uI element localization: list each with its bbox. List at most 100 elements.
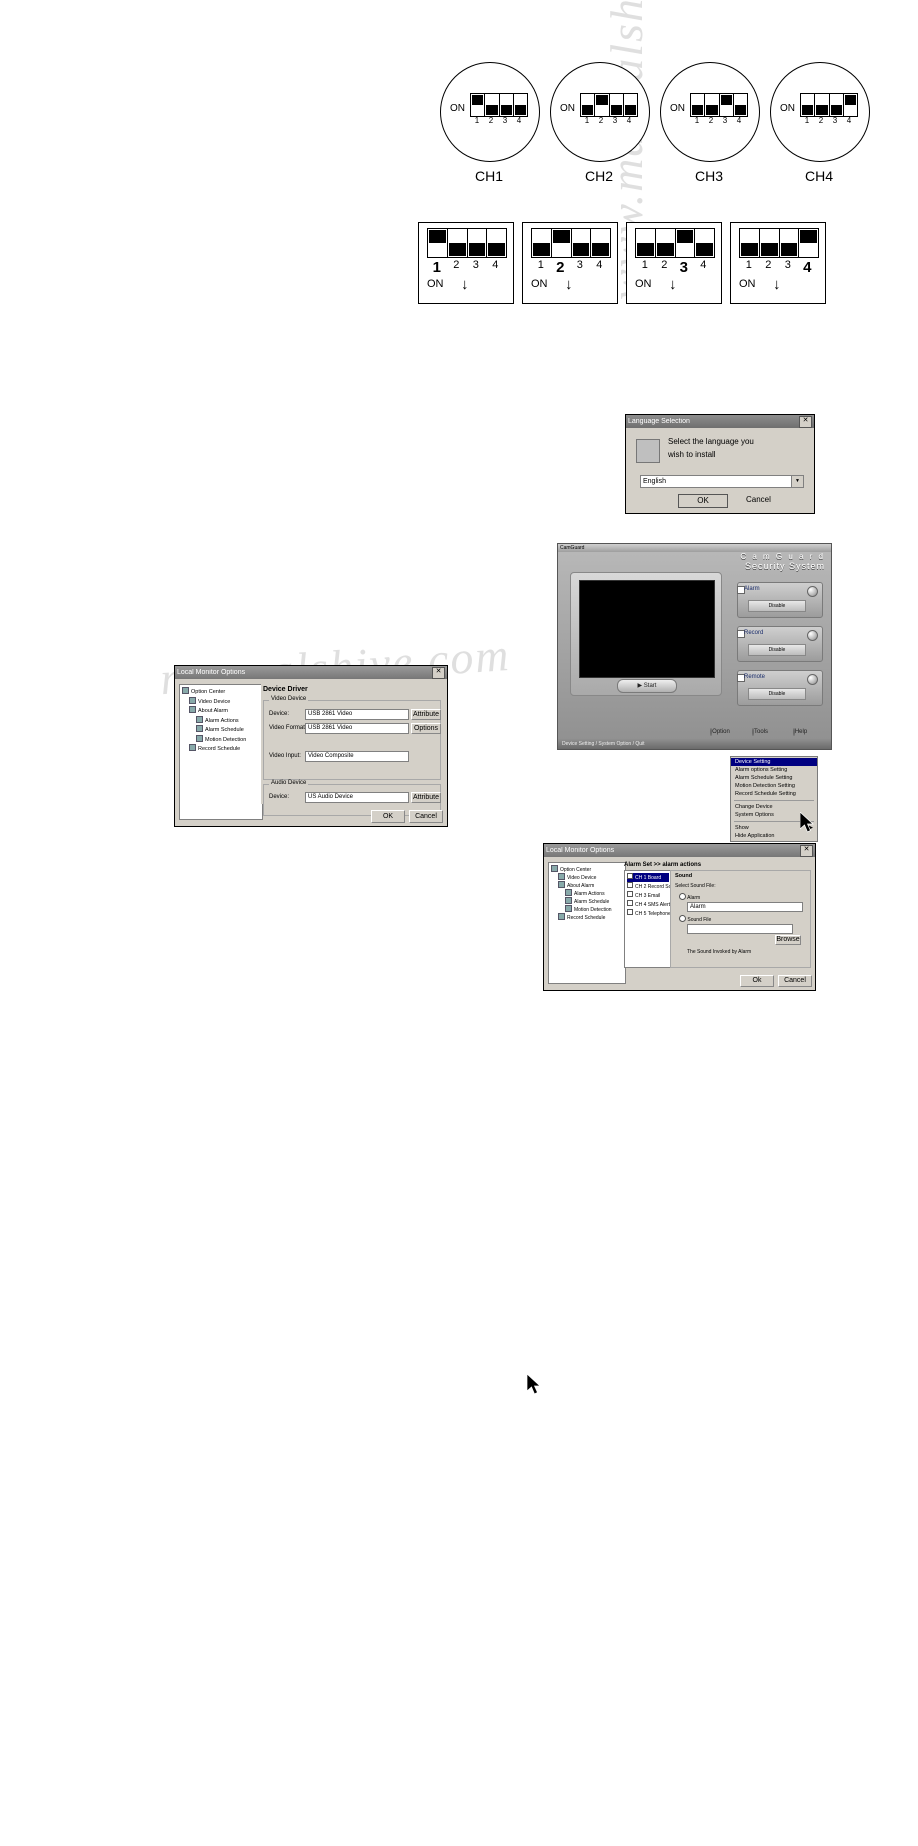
device-tree-item[interactable]: Option Center [182, 687, 260, 697]
browse-button[interactable]: Browse [775, 935, 801, 945]
camguard-tools-button[interactable]: Tools [743, 728, 777, 736]
alarm-tree-item[interactable]: Alarm Actions [551, 889, 623, 897]
alarm-tree-item[interactable]: Video Device [551, 873, 623, 881]
audio-attribute-button[interactable]: Attribute [411, 792, 441, 803]
select-sound-label: Select Sound File: [675, 883, 716, 889]
checkbox[interactable] [627, 873, 633, 879]
dip-switch-body [690, 93, 748, 117]
alarm-actions-window: Local Monitor Options ✕ Option Center Vid… [543, 843, 816, 991]
checkbox[interactable] [627, 882, 633, 888]
close-icon[interactable]: ✕ [800, 844, 813, 857]
panel-knob-icon[interactable] [807, 586, 818, 597]
panel-status[interactable]: Disable [748, 644, 806, 656]
ok-button[interactable]: OK [678, 494, 728, 508]
channel-label: CH1 [474, 168, 503, 184]
panel-knob-icon[interactable] [807, 630, 818, 641]
device-tree-item[interactable]: Video Device [182, 696, 260, 707]
camguard-help-button[interactable]: Help [783, 728, 817, 736]
soundfile-input[interactable] [687, 924, 793, 934]
ok-button[interactable]: OK [371, 810, 405, 823]
tree-node-icon [558, 881, 565, 888]
cancel-button[interactable]: Cancel [409, 810, 443, 823]
ok-button[interactable]: Ok [740, 975, 774, 987]
tree-node-icon [189, 696, 196, 704]
dip-switch-ch4: ON 1 2 3 4 [770, 62, 870, 162]
device-tree-item[interactable]: Alarm Actions [182, 715, 260, 726]
audio-device-select[interactable]: US Audio Device [305, 792, 409, 803]
alarm-channel-label: CH 3 Email [635, 893, 661, 899]
alarm-channel-item[interactable]: CH 3 Email [627, 891, 669, 900]
menu-item-show[interactable]: Show ▶ [731, 824, 817, 832]
tree-node-icon [551, 865, 558, 872]
alarm-channel-item[interactable]: CH 4 SMS Alert [627, 900, 670, 909]
language-select[interactable]: English ▼ [640, 475, 804, 488]
video-input-select[interactable]: Video Composite [305, 751, 409, 762]
device-tree-item[interactable]: About Alarm [182, 706, 260, 716]
cancel-button[interactable]: Cancel [746, 494, 794, 506]
alarm-channel-list[interactable]: CH 1 Board CH 2 Record Sound CH 3 Email CH … [624, 870, 680, 968]
chevron-down-icon[interactable]: ▼ [791, 476, 803, 487]
camguard-panel-remote[interactable]: Remote Disable [737, 670, 823, 706]
close-icon[interactable]: ✕ [432, 666, 445, 679]
dip-number-row: 1234 [580, 116, 636, 125]
menu-item-hide-application[interactable]: Hide Application [731, 832, 817, 840]
device-select[interactable]: USB 2861 Video [305, 709, 409, 720]
dip-cell [844, 94, 857, 116]
alarm-channel-label: CH 1 Board [635, 875, 662, 881]
menu-item-record-schedule-setting[interactable]: Record Schedule Setting [731, 790, 817, 798]
alarm-tree-item[interactable]: Alarm Schedule [551, 897, 623, 905]
tree-node-icon [196, 715, 203, 723]
dip-cell [815, 94, 830, 116]
menu-item-device-setting[interactable]: Device Setting [731, 758, 817, 766]
panel-knob-icon[interactable] [807, 674, 818, 685]
menu-item-motion-detection-setting[interactable]: Motion Detection Setting [731, 782, 817, 790]
radio-alarm[interactable]: Alarm [679, 893, 700, 901]
checkbox[interactable] [627, 909, 633, 915]
dip-number-row: 1234 [531, 259, 609, 276]
start-button[interactable]: ▶ Start [617, 679, 677, 693]
dip-number: 1 [804, 116, 810, 125]
on-label: ON [780, 103, 795, 114]
radio-soundfile[interactable]: Sound File [679, 915, 711, 923]
device-tree-item[interactable]: Record Schedule [182, 744, 260, 754]
cancel-button[interactable]: Cancel [778, 975, 812, 987]
alarm-tree-item[interactable]: Option Center [551, 865, 623, 873]
dip-cell [780, 229, 800, 257]
panel-status[interactable]: Disable [748, 688, 806, 700]
alarm-sound-select[interactable]: Alarm [687, 902, 803, 912]
dip-number: 4 [803, 259, 812, 276]
alarm-tree-item[interactable]: Record Schedule [551, 913, 623, 921]
tree-node-label: Alarm Schedule [205, 727, 244, 733]
menu-item-label: Change Device [735, 804, 773, 810]
menu-item-change-device[interactable]: Change Device [731, 803, 817, 811]
alarm-tree-item[interactable]: About Alarm [551, 881, 623, 889]
checkbox[interactable] [627, 900, 633, 906]
checkbox[interactable] [627, 891, 633, 897]
menu-item-alarm-schedule-setting[interactable]: Alarm Schedule Setting [731, 774, 817, 782]
device-tree-item[interactable]: Alarm Schedule [182, 725, 260, 735]
on-row: ON ↓ [531, 276, 573, 293]
alarm-channel-item[interactable]: CH 5 Telephone [627, 909, 671, 918]
menu-item-system-options[interactable]: System Options [731, 811, 817, 819]
dip-cell [720, 94, 734, 116]
dip-number: 4 [596, 259, 603, 271]
device-attribute-button[interactable]: Attribute [411, 709, 441, 720]
camguard-option-button[interactable]: Option [703, 728, 737, 736]
menu-item-alarm-options-setting[interactable]: Alarm options Setting [731, 766, 817, 774]
alarmwin-tree[interactable]: Option Center Video Device About Alarm Alar… [548, 862, 626, 984]
tree-node-icon [196, 734, 203, 742]
panel-status[interactable]: Disable [748, 600, 806, 612]
menu-item-label: Device Setting [735, 759, 771, 765]
video-format-options-button[interactable]: Options [411, 723, 441, 734]
device-tree-item[interactable]: Motion Detection [182, 734, 260, 745]
camguard-panel-alarm[interactable]: Alarm Disable [737, 582, 823, 618]
video-format-select[interactable]: USB 2861 Video [305, 723, 409, 734]
alarm-channel-item[interactable]: CH 1 Board [627, 873, 669, 882]
close-icon[interactable]: ✕ [799, 415, 812, 428]
alarm-channel-item[interactable]: CH 2 Record Sound [627, 882, 680, 891]
camguard-panel-record[interactable]: Record Disable [737, 626, 823, 662]
devwin-tree[interactable]: Option Center Video Device About Alarm Alar… [179, 684, 263, 820]
video-input-label: Video Input: [269, 753, 301, 759]
dip-switch-block-4: 1 2 3 4 ON ↓ [730, 222, 826, 304]
alarm-tree-item[interactable]: Motion Detection [551, 905, 623, 913]
